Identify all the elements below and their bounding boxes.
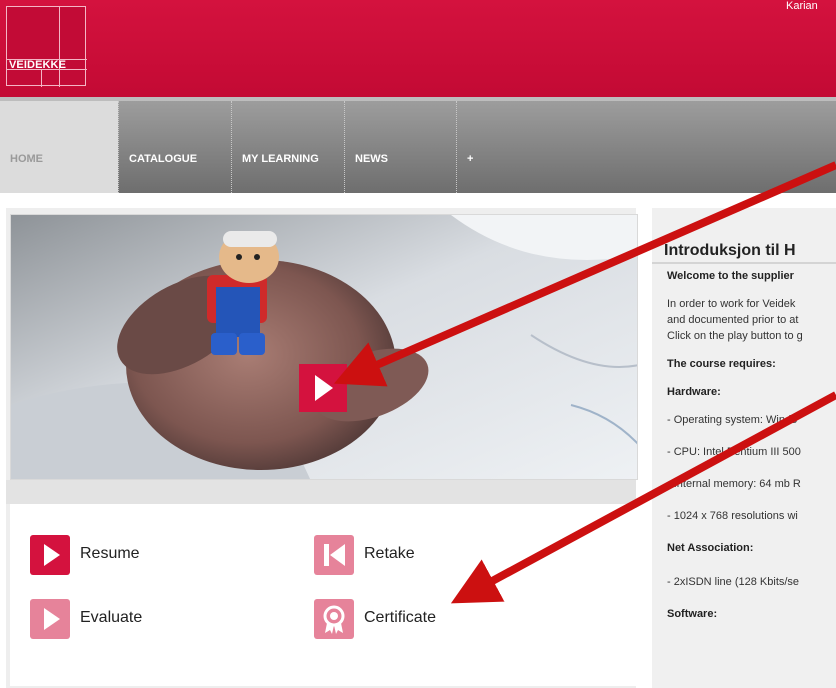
media-divider (6, 480, 636, 504)
video-play-button[interactable] (299, 364, 347, 412)
main-nav: HOME CATALOGUE MY LEARNING NEWS + (0, 97, 836, 193)
nav-tab-catalogue[interactable]: CATALOGUE (118, 101, 231, 193)
video-player[interactable] (10, 214, 638, 480)
play-icon (30, 535, 70, 575)
retake-label: Retake (364, 545, 415, 562)
intro-line-2: and documented prior to at (667, 314, 799, 326)
intro-line-3: Click on the play button to g (667, 330, 803, 342)
software-heading: Software: (667, 608, 718, 620)
retake-button[interactable]: Retake (314, 535, 494, 575)
nav-tab-my-learning[interactable]: MY LEARNING (231, 101, 344, 193)
requires-heading: The course requires: (667, 358, 776, 370)
logo-text: VEIDEKKE (9, 59, 67, 71)
course-title: Introduksjon til H (664, 242, 796, 259)
evaluate-label: Evaluate (80, 609, 143, 626)
user-name[interactable]: Karian (786, 0, 818, 12)
nav-tab-catalogue-label: CATALOGUE (129, 153, 198, 165)
net-line: - 2xISDN line (128 Kbits/se (667, 576, 800, 588)
nav-tab-my-learning-label: MY LEARNING (242, 153, 319, 165)
net-heading: Net Association: (667, 542, 754, 554)
nav-tab-home[interactable]: HOME (0, 101, 118, 193)
title-divider (652, 262, 836, 264)
veidekke-logo[interactable]: VEIDEKKE (6, 6, 87, 87)
award-ribbon-icon (314, 599, 354, 639)
certificate-label: Certificate (364, 609, 437, 626)
intro-line-1: In order to work for Veidek (667, 298, 796, 310)
video-thumbnail (11, 215, 637, 479)
hardware-resolution: - 1024 x 768 resolutions wi (667, 510, 798, 522)
play-icon (315, 375, 333, 401)
course-actions (10, 504, 636, 686)
nav-tab-news-label: NEWS (355, 153, 388, 165)
skip-back-icon (314, 535, 354, 575)
play-icon (30, 599, 70, 639)
header-bar: Karian VEIDEKKE (0, 0, 836, 97)
resume-button[interactable]: Resume (30, 535, 210, 575)
resume-label: Resume (80, 545, 140, 562)
hardware-heading: Hardware: (667, 386, 721, 398)
nav-tab-add[interactable]: + (456, 101, 496, 193)
hardware-cpu: - CPU: Intel Pentium III 500 (667, 446, 801, 458)
nav-tab-home-label: HOME (10, 153, 43, 165)
hardware-memory: - Internal memory: 64 mb R (667, 478, 801, 490)
evaluate-button[interactable]: Evaluate (30, 599, 210, 639)
certificate-button[interactable]: Certificate (314, 599, 494, 639)
hardware-os: - Operating system: Windo (667, 414, 798, 426)
nav-tab-news[interactable]: NEWS (344, 101, 456, 193)
welcome-text: Welcome to the supplier (667, 270, 794, 282)
nav-tab-add-label: + (467, 153, 474, 165)
